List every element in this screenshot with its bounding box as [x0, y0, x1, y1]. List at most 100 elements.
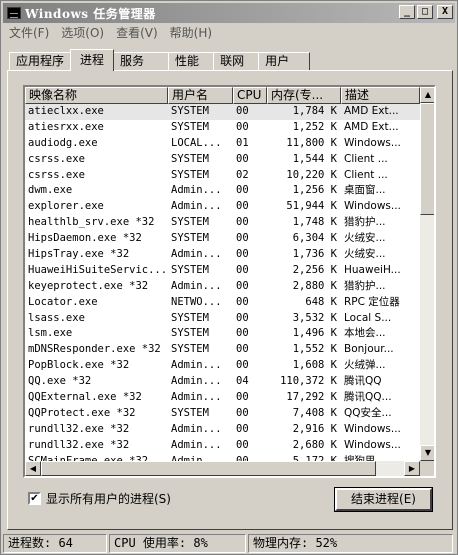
process-row[interactable]: Locator.exe NETWO... 00 648 K RPC 定位器 [25, 295, 420, 311]
cell-cpu: 04 [236, 375, 249, 388]
cell-user-name: Admin... [171, 422, 222, 435]
cell-user-name: SYSTEM [171, 216, 209, 229]
process-row[interactable]: rundll32.exe *32 Admin... 00 2,916 K Windows… [25, 422, 420, 438]
process-row[interactable]: explorer.exe Admin... 00 51,944 K Windows... [25, 199, 420, 215]
cell-description: AMD Ext... [344, 120, 399, 133]
process-row[interactable]: csrss.exe SYSTEM 02 10,220 K Client ... [25, 168, 420, 184]
vertical-scrollbar[interactable]: ▲ ▼ [420, 87, 434, 461]
cell-description: 猎豹护... [344, 216, 386, 229]
process-list[interactable]: 映像名称 用户名 CPU 内存(专... 描述 atieclxx.exe SYST… [23, 85, 436, 478]
scroll-down-arrow-icon[interactable]: ▼ [420, 445, 434, 461]
process-row[interactable]: atieclxx.exe SYSTEM 00 1,784 K AMD Ext... [25, 104, 420, 120]
process-row[interactable]: HipsTray.exe *32 Admin... 00 1,736 K 火绒安... [25, 247, 420, 263]
process-row[interactable]: QQProtect.exe *32 SYSTEM 00 7,408 K QQ安全... [25, 406, 420, 422]
show-all-users-option[interactable]: ✔ 显示所有用户的进程(S) [28, 490, 171, 506]
scroll-left-arrow-icon[interactable]: ◀ [25, 461, 41, 476]
process-row[interactable]: mDNSResponder.exe *32 SYSTEM 00 1,552 K Bonj… [25, 342, 420, 358]
cell-memory: 2,880 K [292, 279, 337, 292]
title-bar[interactable]: Windows 任务管理器 _ □ X [3, 3, 455, 23]
status-cpu-usage: CPU 使用率: 8% [109, 534, 246, 553]
tab-applications[interactable]: 应用程序 [9, 52, 72, 71]
tab-services[interactable]: 服务 [113, 52, 170, 71]
horizontal-scroll-thumb[interactable] [41, 461, 376, 476]
scroll-up-arrow-icon[interactable]: ▲ [420, 87, 434, 103]
status-process-count: 进程数: 64 [3, 534, 107, 553]
cell-memory: 6,304 K [292, 232, 337, 245]
cell-memory: 51,944 K [286, 200, 337, 213]
close-button[interactable]: X [437, 5, 453, 19]
process-row[interactable]: lsass.exe SYSTEM 00 3,532 K Local S... [25, 311, 420, 327]
tab-processes[interactable]: 进程 [70, 49, 115, 71]
cell-cpu: 00 [236, 391, 249, 404]
minimize-button[interactable]: _ [399, 5, 415, 19]
cell-cpu: 01 [236, 136, 249, 149]
cell-description: HuaweiH... [344, 263, 401, 276]
process-row[interactable]: QQ.exe *32 Admin... 04 110,372 K 腾讯QQ [25, 374, 420, 390]
cell-image-name: rundll32.exe *32 [28, 422, 130, 435]
menu-help[interactable]: 帮助(H) [164, 24, 218, 41]
tab-strip: 应用程序 进程 服务 性能 联网 用户 [9, 49, 311, 71]
cell-memory: 1,608 K [292, 359, 337, 372]
cell-image-name: rundll32.exe *32 [28, 438, 130, 451]
process-row[interactable]: audiodg.exe LOCAL... 01 11,800 K Windows... [25, 136, 420, 152]
maximize-button[interactable]: □ [417, 5, 433, 19]
column-description[interactable]: 描述 [341, 87, 420, 104]
cell-user-name: Admin... [171, 200, 222, 213]
cell-image-name: lsm.exe [28, 327, 73, 340]
process-row[interactable]: QQExternal.exe *32 Admin... 00 17,292 K 腾讯QQ… [25, 390, 420, 406]
cell-user-name: SYSTEM [171, 406, 209, 419]
cell-cpu: 00 [236, 152, 249, 165]
process-row[interactable]: rundll32.exe *32 Admin... 00 2,680 K Windows… [25, 438, 420, 454]
process-row[interactable]: dwm.exe Admin... 00 1,256 K 桌面窗... [25, 183, 420, 199]
column-image-name[interactable]: 映像名称 [25, 87, 168, 104]
process-row[interactable]: atiesrxx.exe SYSTEM 00 1,252 K AMD Ext... [25, 120, 420, 136]
cell-description: 桌面窗... [344, 184, 386, 197]
cell-cpu: 00 [236, 216, 249, 229]
scroll-right-arrow-icon[interactable]: ▶ [404, 461, 420, 476]
column-cpu[interactable]: CPU [233, 87, 267, 104]
cell-memory: 10,220 K [286, 168, 337, 181]
cell-memory: 17,292 K [286, 391, 337, 404]
cell-description: 火绒安... [344, 248, 386, 261]
end-process-button[interactable]: 结束进程(E) [334, 487, 433, 512]
cell-image-name: HipsDaemon.exe *32 [28, 232, 142, 245]
cell-user-name: SYSTEM [171, 168, 209, 181]
window-title: Windows 任务管理器 [25, 6, 156, 21]
menu-options[interactable]: 选项(O) [55, 24, 110, 41]
process-row[interactable]: lsm.exe SYSTEM 00 1,496 K 本地会... [25, 326, 420, 342]
process-row[interactable]: healthlb_srv.exe *32 SYSTEM 00 1,748 K 猎豹护..… [25, 215, 420, 231]
process-row[interactable]: keyeprotect.exe *32 Admin... 00 2,880 K 猎豹护.… [25, 279, 420, 295]
tab-users[interactable]: 用户 [258, 52, 311, 71]
cell-description: 腾讯QQ... [344, 391, 392, 404]
tab-networking[interactable]: 联网 [213, 52, 260, 71]
process-row[interactable]: PopBlock.exe *32 Admin... 00 1,608 K 火绒弹... [25, 358, 420, 374]
cell-memory: 3,532 K [292, 311, 337, 324]
horizontal-scrollbar[interactable]: ◀ ▶ [25, 461, 420, 476]
column-memory[interactable]: 内存(专... [267, 87, 341, 104]
cell-user-name: Admin... [171, 375, 222, 388]
process-row[interactable]: HipsDaemon.exe *32 SYSTEM 00 6,304 K 火绒安... [25, 231, 420, 247]
process-row[interactable]: SCMainFrame.exe *32 Admin... 00 5,172 K 搜狗思.… [25, 454, 420, 461]
cell-cpu: 00 [236, 279, 249, 292]
tab-performance[interactable]: 性能 [168, 52, 215, 71]
cell-user-name: SYSTEM [171, 311, 209, 324]
cell-memory: 1,736 K [292, 248, 337, 261]
menu-view[interactable]: 查看(V) [110, 24, 164, 41]
cell-user-name: SYSTEM [171, 105, 209, 117]
cell-description: AMD Ext... [344, 105, 399, 117]
cell-memory: 1,784 K [292, 105, 337, 117]
process-row[interactable]: csrss.exe SYSTEM 00 1,544 K Client ... [25, 152, 420, 168]
menu-file[interactable]: 文件(F) [3, 24, 55, 41]
menu-bar: 文件(F) 选项(O) 查看(V) 帮助(H) [3, 23, 455, 42]
column-user-name[interactable]: 用户名 [168, 87, 233, 104]
cell-image-name: dwm.exe [28, 184, 73, 197]
cell-description: QQ安全... [344, 406, 392, 419]
cell-cpu: 00 [236, 406, 249, 419]
cell-image-name: atieclxx.exe [28, 105, 104, 117]
vertical-scroll-thumb[interactable] [420, 103, 434, 215]
show-all-users-checkbox[interactable]: ✔ [28, 491, 41, 505]
cell-description: RPC 定位器 [344, 295, 400, 308]
process-row[interactable]: HuaweiHiSuiteServic... SYSTEM 00 2,256 K Hua… [25, 263, 420, 279]
cell-image-name: HipsTray.exe *32 [28, 248, 130, 261]
cell-cpu: 00 [236, 438, 249, 451]
